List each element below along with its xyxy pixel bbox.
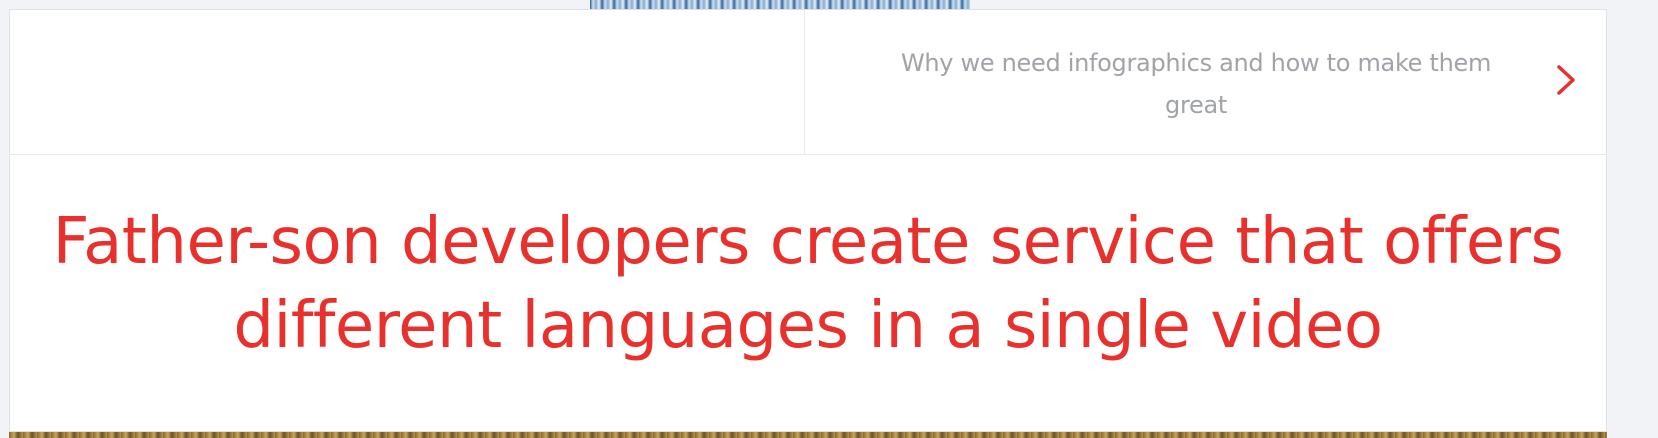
article-card: Why we need infographics and how to make… bbox=[9, 9, 1607, 432]
next-article-title[interactable]: Why we need infographics and how to make… bbox=[890, 42, 1502, 126]
article-title: Father-son developers create service tha… bbox=[52, 205, 1564, 363]
page: Why we need infographics and how to make… bbox=[0, 0, 1658, 438]
next-article-link[interactable]: Why we need infographics and how to make… bbox=[805, 10, 1606, 154]
chevron-right-icon[interactable] bbox=[1553, 62, 1579, 98]
article-navigation: Why we need infographics and how to make… bbox=[10, 10, 1606, 155]
previous-article-link bbox=[10, 10, 805, 154]
article-hero-image bbox=[9, 432, 1607, 438]
